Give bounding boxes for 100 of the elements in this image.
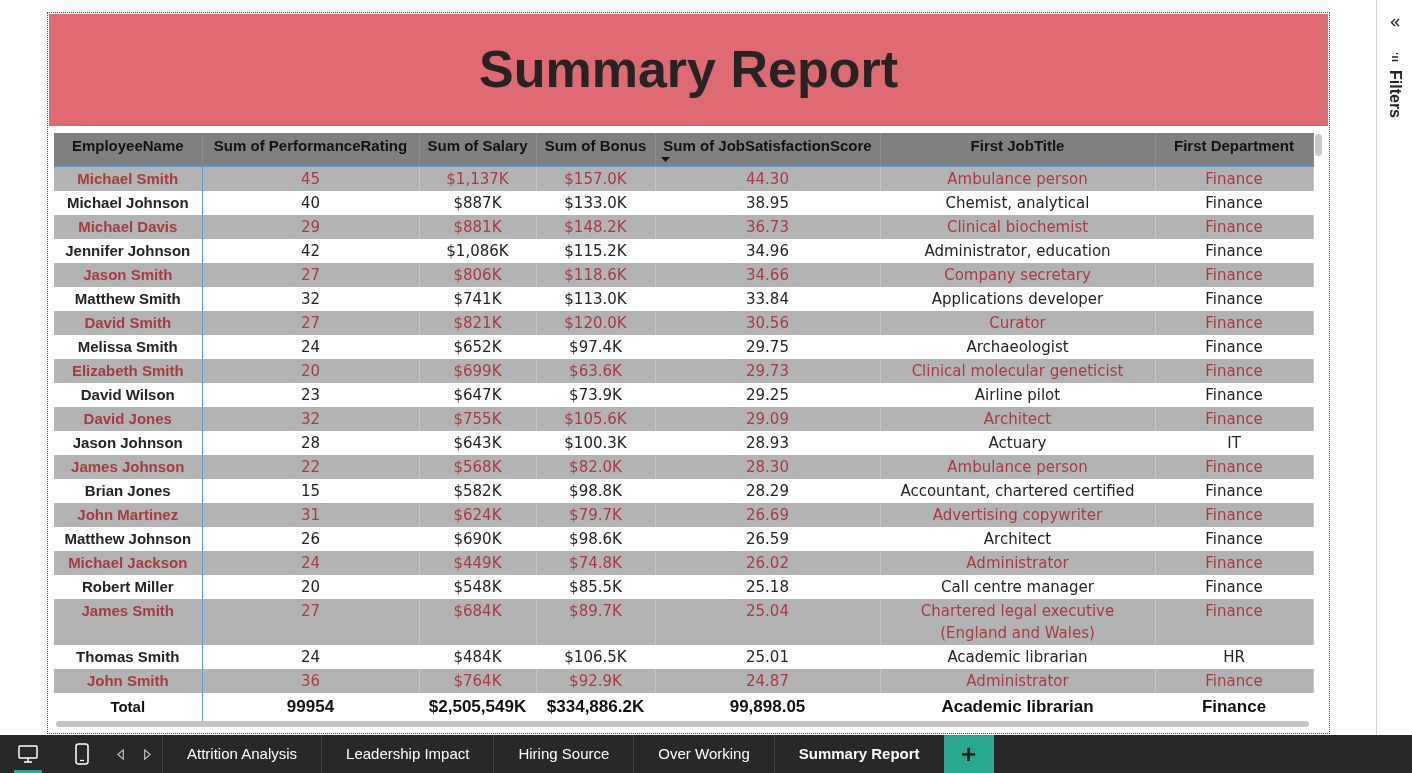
table-cell: Ambulance person xyxy=(880,166,1155,191)
table-cell: 26 xyxy=(202,526,419,551)
table-cell: 42 xyxy=(202,238,419,263)
table-cell: $89.7K xyxy=(536,598,655,645)
page-tab[interactable]: Leadership Impact xyxy=(321,735,494,773)
table-cell: Finance xyxy=(1155,502,1313,527)
table-cell: Finance xyxy=(1155,166,1313,191)
table-cell: Michael Johnson xyxy=(54,190,202,215)
table-cell: $624K xyxy=(419,502,536,527)
table-cell: 27 xyxy=(202,262,419,287)
table-cell: 29 xyxy=(202,214,419,239)
table-cell: Michael Jackson xyxy=(54,550,202,575)
table-cell: 30.56 xyxy=(655,310,880,335)
table-cell: 36.73 xyxy=(655,214,880,239)
page-tab[interactable]: Over Working xyxy=(633,735,774,773)
table-cell: $92.9K xyxy=(536,668,655,693)
table-cell: Advertising copywriter xyxy=(880,502,1155,527)
filter-icon xyxy=(1390,53,1399,62)
caret-left-icon xyxy=(117,748,124,760)
table-cell: $63.6K xyxy=(536,358,655,383)
table-cell: Melissa Smith xyxy=(54,334,202,359)
table-cell: $157.0K xyxy=(536,166,655,191)
page-tab[interactable]: Hiring Source xyxy=(493,735,634,773)
add-page-button[interactable]: + xyxy=(943,735,994,773)
table-cell: $148.2K xyxy=(536,214,655,239)
table-cell: Ambulance person xyxy=(880,454,1155,479)
table-cell: 24 xyxy=(202,334,419,359)
table-cell: $118.6K xyxy=(536,262,655,287)
table-cell: Clinical molecular geneticist xyxy=(880,358,1155,383)
table-cell: James Johnson xyxy=(54,454,202,479)
column-header[interactable]: First JobTitle xyxy=(880,133,1155,166)
table-cell: Michael Smith xyxy=(54,166,202,191)
monitor-icon xyxy=(18,745,38,763)
table-cell: Matthew Johnson xyxy=(54,526,202,551)
table-cell: 32 xyxy=(202,406,419,431)
table-cell: Finance xyxy=(1155,454,1313,479)
phone-icon xyxy=(75,743,89,765)
table-cell: 28 xyxy=(202,430,419,455)
table-cell: Company secretary xyxy=(880,262,1155,287)
table-cell: David Smith xyxy=(54,310,202,335)
table-cell: 31 xyxy=(202,502,419,527)
table-cell: 29.73 xyxy=(655,358,880,383)
table-cell: 28.30 xyxy=(655,454,880,479)
table-cell: $755K xyxy=(419,406,536,431)
table-cell: John Smith xyxy=(54,668,202,693)
table-cell: 24.87 xyxy=(655,668,880,693)
column-header[interactable]: Sum of JobSatisfactionScore xyxy=(655,133,880,166)
column-header[interactable]: Sum of Bonus xyxy=(536,133,655,166)
report-title: Summary Report xyxy=(479,41,898,99)
table-cell: Administrator xyxy=(880,668,1155,693)
table-cell: Finance xyxy=(1155,358,1313,383)
table-cell: Elizabeth Smith xyxy=(54,358,202,383)
table-cell: Michael Davis xyxy=(54,214,202,239)
table-cell: 29.09 xyxy=(655,406,880,431)
table-cell: 20 xyxy=(202,574,419,599)
page-tab[interactable]: Summary Report xyxy=(773,735,944,773)
table-cell: Finance xyxy=(1155,262,1313,287)
table-cell: $120.0K xyxy=(536,310,655,335)
table-cell: $764K xyxy=(419,668,536,693)
table-cell: 23 xyxy=(202,382,419,407)
filters-label[interactable]: Filters xyxy=(1382,70,1407,118)
table-cell: Finance xyxy=(1155,310,1313,335)
table-cell: Architect xyxy=(880,406,1155,431)
table-cell: Jason Johnson xyxy=(54,430,202,455)
table-cell: Brian Jones xyxy=(54,478,202,503)
table-cell: $82.0K xyxy=(536,454,655,479)
table-cell: 32 xyxy=(202,286,419,311)
vertical-scrollbar-thumb[interactable] xyxy=(1314,134,1322,156)
table-cell: 20 xyxy=(202,358,419,383)
table-cell: Thomas Smith xyxy=(54,644,202,669)
table-cell: John Martinez xyxy=(54,502,202,527)
column-header[interactable]: Sum of PerformanceRating xyxy=(202,133,419,166)
table-cell: 27 xyxy=(202,310,419,335)
table-cell: 24 xyxy=(202,550,419,575)
table-cell: $1,137K xyxy=(419,166,536,191)
horizontal-scrollbar-thumb[interactable] xyxy=(56,720,1309,727)
table-cell: Finance xyxy=(1155,406,1313,431)
column-header[interactable]: EmployeeName xyxy=(54,133,202,166)
sort-descending-icon xyxy=(660,157,670,162)
table-cell: Finance xyxy=(1155,550,1313,575)
table-cell: James Smith xyxy=(54,598,202,645)
column-header[interactable]: Sum of Salary xyxy=(419,133,536,166)
table-cell: Administrator xyxy=(880,550,1155,575)
double-chevron-icon[interactable] xyxy=(1389,18,1400,27)
table-cell: $881K xyxy=(419,214,536,239)
table-cell: $699K xyxy=(419,358,536,383)
page-tab[interactable]: Attrition Analysis xyxy=(162,735,322,773)
table-cell: David Wilson xyxy=(54,382,202,407)
table-cell: 45 xyxy=(202,166,419,191)
table-cell: $79.7K xyxy=(536,502,655,527)
column-header[interactable]: First Department xyxy=(1155,133,1313,166)
table-cell: 40 xyxy=(202,190,419,215)
table-cell: Finance xyxy=(1155,668,1313,693)
table-cell: $105.6K xyxy=(536,406,655,431)
total-label: Total xyxy=(54,692,202,721)
table-cell: Chartered legal executive (England and Wales) xyxy=(880,598,1155,645)
table-cell: Matthew Smith xyxy=(54,286,202,311)
table-cell: $449K xyxy=(419,550,536,575)
table-cell: $568K xyxy=(419,454,536,479)
table-cell: Jennifer Johnson xyxy=(54,238,202,263)
